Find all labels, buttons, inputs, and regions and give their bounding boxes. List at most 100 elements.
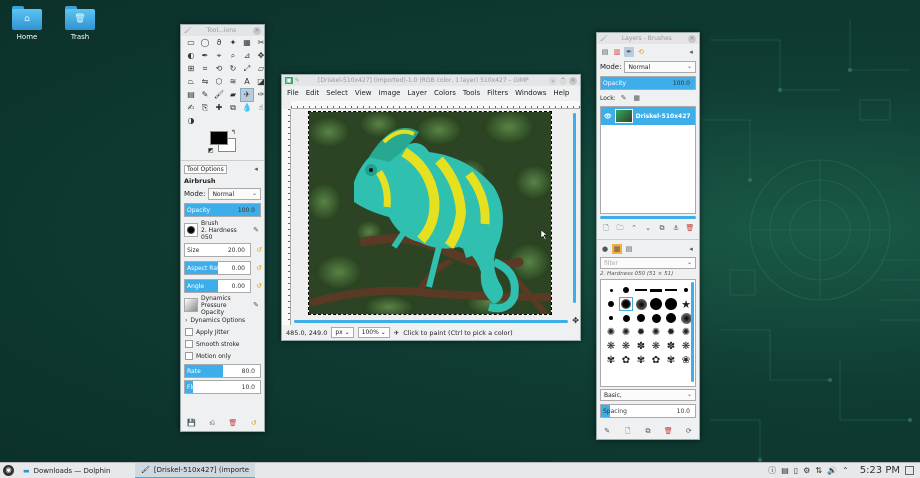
show-desktop-icon[interactable] — [905, 466, 914, 475]
vertical-ruler[interactable] — [282, 109, 291, 325]
gradient-icon[interactable]: ▤ — [185, 89, 197, 101]
angle-slider[interactable]: Angle 0.00 — [184, 279, 251, 293]
reset-aspect-icon[interactable]: ↺ — [254, 263, 264, 273]
expand-tray-icon[interactable]: ⌃ — [842, 466, 849, 475]
brush-item[interactable]: ✺ — [620, 326, 632, 338]
brush-item[interactable] — [650, 298, 662, 310]
motion-only-checkbox[interactable]: Motion only — [181, 350, 264, 362]
gradients-tab-icon[interactable]: ▤ — [624, 244, 634, 254]
ellipse-select-icon[interactable]: ◯ — [199, 37, 211, 49]
brush-item[interactable] — [665, 298, 677, 310]
smooth-stroke-checkbox[interactable]: Smooth stroke — [181, 338, 264, 350]
scale-icon[interactable]: ⤢ — [241, 63, 253, 75]
new-brush-icon[interactable]: 🗋 — [623, 426, 633, 436]
brush-item[interactable] — [605, 298, 617, 310]
layer-opacity-slider[interactable]: Opacity 100.0 — [600, 76, 696, 90]
bucket-fill-icon[interactable]: ◪ — [255, 76, 267, 88]
lock-alpha-icon[interactable]: ▦ — [632, 93, 642, 103]
unified-transform-icon[interactable]: ⟲ — [213, 63, 225, 75]
align-icon[interactable]: ⊞ — [185, 63, 197, 75]
cage-icon[interactable]: ⬡ — [213, 76, 225, 88]
measure-icon[interactable]: ⊿ — [241, 50, 253, 62]
layers-titlebar[interactable]: 🖌 Layers - Brushes × — [597, 33, 699, 44]
menu-view[interactable]: View — [355, 89, 372, 97]
paintbrush-icon[interactable]: 🖌 — [213, 89, 225, 101]
brush-preset-select[interactable]: Basic, ⌄ — [600, 389, 696, 401]
brush-item[interactable] — [635, 298, 647, 310]
paths-icon[interactable]: ✒ — [199, 50, 211, 62]
anchor-layer-icon[interactable]: ⚓ — [671, 223, 681, 233]
spacing-slider[interactable]: Spacing 10.0 — [600, 404, 696, 418]
clone-icon[interactable]: ⎘ — [199, 102, 211, 114]
desktop-icon-home[interactable]: ⌂ Home — [0, 6, 54, 41]
brush-item[interactable] — [665, 312, 677, 324]
edit-brush-icon[interactable]: ✎ — [251, 225, 261, 235]
opacity-slider[interactable]: Opacity 100.0 — [184, 203, 261, 217]
clipboard-icon[interactable]: ▤ — [781, 466, 789, 475]
brush-item[interactable] — [650, 284, 662, 296]
menu-windows[interactable]: Windows — [515, 89, 546, 97]
edit-dynamics-icon[interactable]: ✎ — [251, 300, 261, 310]
color-select-icon[interactable]: ▦ — [241, 37, 253, 49]
blur-icon[interactable]: 💧 — [241, 102, 253, 114]
menu-file[interactable]: File — [287, 89, 299, 97]
close-icon[interactable]: × — [688, 34, 696, 43]
text-icon[interactable]: A — [241, 76, 253, 88]
menu-filters[interactable]: Filters — [487, 89, 508, 97]
navigate-icon[interactable]: ✥ — [572, 316, 579, 325]
flow-slider[interactable]: Flow 10.0 — [184, 380, 261, 394]
color-picker-icon[interactable]: ⌖ — [213, 50, 225, 62]
horizontal-scrollbar[interactable] — [294, 320, 568, 323]
eye-icon[interactable]: 👁 — [604, 113, 612, 120]
move-icon[interactable]: ✥ — [255, 50, 267, 62]
smudge-icon[interactable]: ☝ — [255, 102, 267, 114]
warp-icon[interactable]: ≋ — [227, 76, 239, 88]
foreground-color-swatch[interactable] — [210, 131, 228, 145]
brush-filter-input[interactable]: filter ⌄ — [600, 257, 696, 269]
minimize-icon[interactable]: ⌄ — [549, 76, 557, 85]
brushes-scrollbar[interactable] — [691, 282, 694, 382]
crop-icon[interactable]: ⌗ — [199, 63, 211, 75]
brush-item[interactable]: ✽ — [665, 340, 677, 352]
toolbox-titlebar[interactable]: 🖌 Tool...ions × — [181, 25, 264, 36]
brush-item-selected[interactable] — [619, 297, 633, 311]
dynamics-options-expander[interactable]: › Dynamics Options — [181, 315, 264, 326]
image-canvas[interactable] — [308, 111, 552, 315]
tab-menu-icon[interactable]: ◂ — [686, 244, 696, 254]
close-icon[interactable]: × — [253, 26, 261, 35]
brush-item[interactable]: ❋ — [650, 340, 662, 352]
heal-icon[interactable]: ✚ — [213, 102, 225, 114]
delete-options-icon[interactable]: 🗑 — [228, 418, 238, 428]
layers-tab-icon[interactable]: ▤ — [600, 47, 610, 57]
rotate-icon[interactable]: ↻ — [227, 63, 239, 75]
brush-item[interactable] — [635, 284, 647, 296]
restore-options-icon[interactable]: ⎌ — [207, 418, 217, 428]
menu-tools[interactable]: Tools — [463, 89, 480, 97]
airbrush-icon[interactable]: ✈ — [240, 88, 254, 102]
size-slider[interactable]: Size 20.00 — [184, 243, 251, 257]
horizontal-ruler[interactable] — [291, 101, 580, 109]
refresh-brushes-icon[interactable]: ⟳ — [684, 426, 694, 436]
swap-colors-icon[interactable]: ↰ — [231, 129, 236, 136]
brushes-tab-icon[interactable]: ● — [600, 244, 610, 254]
new-group-icon[interactable]: 🗀 — [615, 223, 625, 233]
layer-mode-select[interactable]: Normal ⌄ — [624, 61, 696, 73]
vertical-scrollbar[interactable] — [573, 113, 576, 303]
mode-select[interactable]: Normal ⌄ — [208, 188, 261, 200]
maximize-icon[interactable]: ⌃ — [559, 76, 567, 85]
close-icon[interactable]: × — [569, 76, 577, 85]
save-options-icon[interactable]: 💾 — [186, 418, 196, 428]
menu-colors[interactable]: Colors — [434, 89, 456, 97]
dodge-icon[interactable]: ◑ — [185, 115, 197, 127]
perspective-icon[interactable]: ⏢ — [185, 76, 197, 88]
brush-item[interactable] — [605, 284, 617, 296]
brush-item[interactable]: ✿ — [650, 354, 662, 366]
apply-jitter-checkbox[interactable]: Apply Jitter — [181, 326, 264, 338]
reset-angle-icon[interactable]: ↺ — [254, 281, 264, 291]
raise-layer-icon[interactable]: ⌃ — [629, 223, 639, 233]
aspect-ratio-slider[interactable]: Aspect Ratio 0.00 — [184, 261, 251, 275]
task-dolphin[interactable]: ▬ Downloads — Dolphin — [17, 463, 135, 478]
foreground-select-icon[interactable]: ◐ — [185, 50, 197, 62]
brush-item[interactable]: ✹ — [635, 326, 647, 338]
network-icon[interactable]: ⇅ — [815, 466, 822, 475]
